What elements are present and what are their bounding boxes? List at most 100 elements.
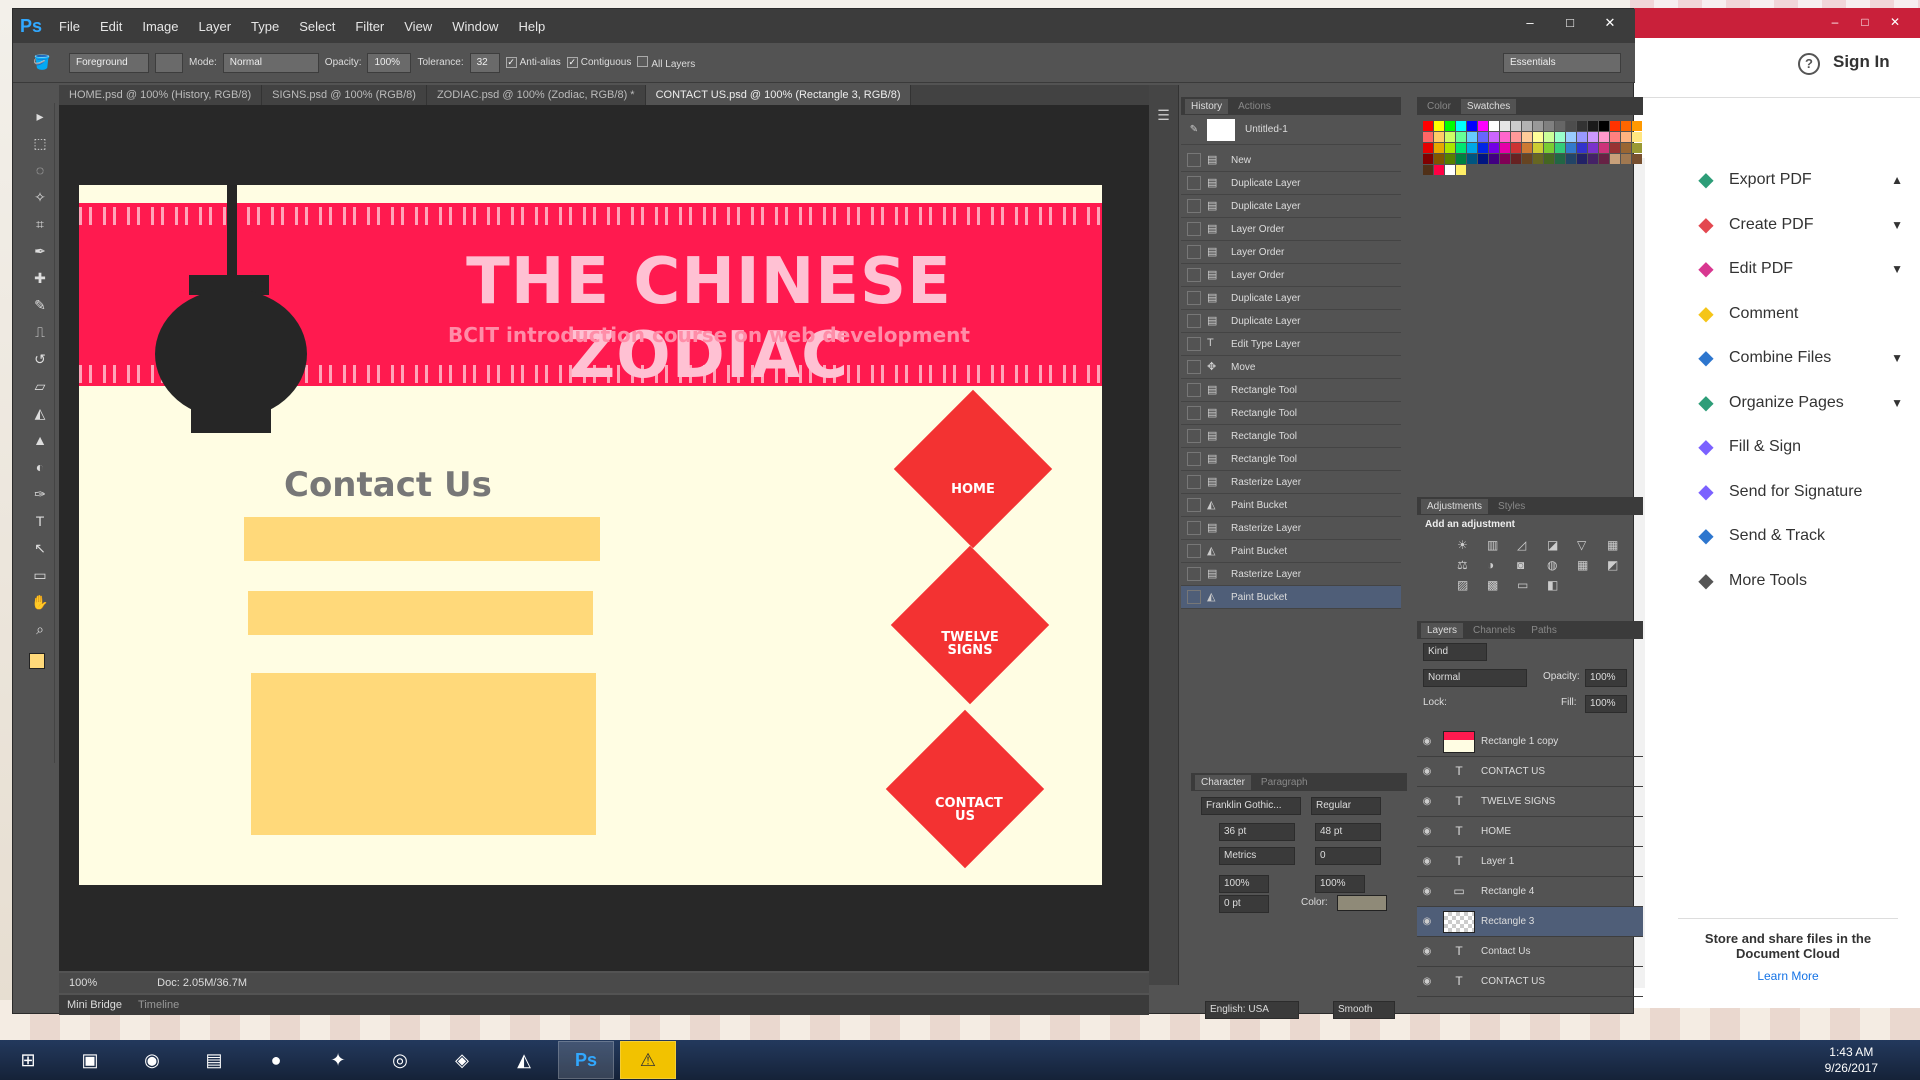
hue-icon[interactable]: ▦ xyxy=(1607,538,1631,552)
swatch[interactable] xyxy=(1599,154,1609,164)
document-tab[interactable]: CONTACT US.psd @ 100% (Rectangle 3, RGB/… xyxy=(645,85,912,105)
explorer-icon[interactable]: ▣ xyxy=(62,1041,118,1079)
menu-select[interactable]: Select xyxy=(289,19,345,34)
history-checkbox[interactable] xyxy=(1187,567,1201,581)
swatch[interactable] xyxy=(1544,132,1554,142)
layer-row[interactable]: ◉ Rectangle 3 xyxy=(1417,907,1643,937)
history-item[interactable]: ▤ Rectangle Tool xyxy=(1181,402,1401,425)
zoom-level[interactable]: 100% xyxy=(69,977,97,989)
eye-icon[interactable]: ◉ xyxy=(1417,796,1437,807)
clone-stamp-icon[interactable]: ⎍ xyxy=(25,319,55,346)
swatch[interactable] xyxy=(1555,154,1565,164)
horizontal-scale-input[interactable]: 100% xyxy=(1315,875,1365,893)
leading-input[interactable]: 48 pt xyxy=(1315,823,1381,841)
chevron-down-icon[interactable]: ▼ xyxy=(1891,218,1903,232)
history-item[interactable]: ▤ Duplicate Layer xyxy=(1181,310,1401,333)
panel-toggle-icon[interactable]: ☰ xyxy=(1149,107,1178,124)
layer-kind-select[interactable]: Kind xyxy=(1423,643,1487,661)
history-checkbox[interactable] xyxy=(1187,406,1201,420)
tips-icon[interactable]: ✦ xyxy=(310,1041,366,1079)
swatch[interactable] xyxy=(1434,143,1444,153)
swatch[interactable] xyxy=(1423,154,1433,164)
tab-styles[interactable]: Styles xyxy=(1492,499,1531,514)
history-item[interactable]: ▤ Duplicate Layer xyxy=(1181,287,1401,310)
history-item[interactable]: ▤ Rectangle Tool xyxy=(1181,448,1401,471)
dodge-tool-icon[interactable]: ◐ xyxy=(25,454,55,481)
all-layers-checkbox[interactable]: All Layers xyxy=(637,55,695,70)
chrome-icon[interactable]: ◉ xyxy=(124,1041,180,1079)
swatch[interactable] xyxy=(1467,132,1477,142)
anti-alias-method-select[interactable]: Smooth xyxy=(1333,1001,1395,1019)
acrobat-tool-create-pdf[interactable]: ◆ Create PDF ▼ xyxy=(1693,203,1903,248)
chevron-down-icon[interactable]: ▼ xyxy=(1891,351,1903,365)
swatch[interactable] xyxy=(1610,143,1620,153)
swatch[interactable] xyxy=(1621,143,1631,153)
history-item[interactable]: ◭ Paint Bucket xyxy=(1181,540,1401,563)
fill-source-select[interactable]: Foreground xyxy=(69,52,149,73)
swatch[interactable] xyxy=(1489,121,1499,131)
type-tool-icon[interactable]: T xyxy=(25,508,55,535)
swatch[interactable] xyxy=(1588,132,1598,142)
swatch[interactable] xyxy=(1456,132,1466,142)
acrobat-tool-fill-sign[interactable]: ◆ Fill & Sign xyxy=(1693,425,1903,470)
swatch[interactable] xyxy=(1588,154,1598,164)
acrobat-tool-export-pdf[interactable]: ◆ Export PDF ▲ xyxy=(1693,158,1903,203)
swatch[interactable] xyxy=(1456,165,1466,175)
document-tab[interactable]: ZODIAC.psd @ 100% (Zodiac, RGB/8) * xyxy=(427,85,646,105)
spotify-icon[interactable]: ● xyxy=(248,1041,304,1079)
eye-icon[interactable]: ◉ xyxy=(1417,946,1437,957)
eyedropper-icon[interactable]: ✒ xyxy=(25,238,55,265)
sign-in-link[interactable]: Sign In xyxy=(1833,52,1890,72)
history-checkbox[interactable] xyxy=(1187,176,1201,190)
eye-icon[interactable]: ◉ xyxy=(1417,826,1437,837)
swatch[interactable] xyxy=(1511,143,1521,153)
swatch[interactable] xyxy=(1434,154,1444,164)
menu-window[interactable]: Window xyxy=(442,19,508,34)
minimize-button[interactable]: – xyxy=(1513,13,1547,33)
history-checkbox[interactable] xyxy=(1187,521,1201,535)
swatch[interactable] xyxy=(1489,154,1499,164)
acrobat-tool-edit-pdf[interactable]: ◆ Edit PDF ▼ xyxy=(1693,247,1903,292)
foreground-color[interactable] xyxy=(29,653,45,669)
acrobat-tool-organize[interactable]: ◆ Organize Pages ▼ xyxy=(1693,381,1903,426)
tab-layers[interactable]: Layers xyxy=(1421,622,1464,638)
swatch[interactable] xyxy=(1500,121,1510,131)
chevron-down-icon[interactable]: ▼ xyxy=(1891,396,1903,410)
swatch[interactable] xyxy=(1555,121,1565,131)
swatch[interactable] xyxy=(1522,154,1532,164)
menu-layer[interactable]: Layer xyxy=(189,19,242,34)
layer-row[interactable]: ◉ T HOME xyxy=(1417,817,1643,847)
history-item[interactable]: ▤ Rectangle Tool xyxy=(1181,379,1401,402)
healing-brush-icon[interactable]: ✚ xyxy=(25,265,55,292)
system-clock[interactable]: 1:43 AM 9/26/2017 xyxy=(1825,1044,1878,1076)
gradient-map-icon[interactable]: ▭ xyxy=(1517,578,1541,592)
vertical-scale-input[interactable]: 100% xyxy=(1219,875,1269,893)
history-snapshot[interactable]: ✎ Untitled-1 xyxy=(1181,115,1401,145)
eraser-icon[interactable]: ▱ xyxy=(25,373,55,400)
hand-tool-icon[interactable]: ✋ xyxy=(25,589,55,616)
tab-history[interactable]: History xyxy=(1185,98,1229,114)
mini-bridge-tab[interactable]: Mini Bridge xyxy=(67,999,122,1011)
color-swatches[interactable] xyxy=(25,649,54,689)
files-icon[interactable]: ▤ xyxy=(186,1041,242,1079)
swatch[interactable] xyxy=(1599,121,1609,131)
brush-tool-icon[interactable]: ✎ xyxy=(25,292,55,319)
acrobat-tool-combine[interactable]: ◆ Combine Files ▼ xyxy=(1693,336,1903,381)
tab-channels[interactable]: Channels xyxy=(1467,623,1521,638)
vibrance-icon[interactable]: ▽ xyxy=(1577,538,1601,552)
layer-row[interactable]: ◉ T CONTACT US xyxy=(1417,967,1643,997)
bw-icon[interactable]: ◑ xyxy=(1487,558,1511,572)
swatch[interactable] xyxy=(1456,143,1466,153)
menu-help[interactable]: Help xyxy=(508,19,555,34)
menu-file[interactable]: File xyxy=(49,19,90,34)
tracking-input[interactable]: 0 xyxy=(1315,847,1381,865)
history-item[interactable]: ▤ Layer Order xyxy=(1181,218,1401,241)
swatch[interactable] xyxy=(1500,132,1510,142)
font-family-select[interactable]: Franklin Gothic... xyxy=(1201,797,1301,815)
opacity-input[interactable]: 100% xyxy=(367,52,412,73)
eye-icon[interactable]: ◉ xyxy=(1417,886,1437,897)
timeline-tab[interactable]: Timeline xyxy=(138,999,179,1011)
history-checkbox[interactable] xyxy=(1187,291,1201,305)
acrobat-tool-comment[interactable]: ◆ Comment xyxy=(1693,292,1903,337)
history-checkbox[interactable] xyxy=(1187,153,1201,167)
